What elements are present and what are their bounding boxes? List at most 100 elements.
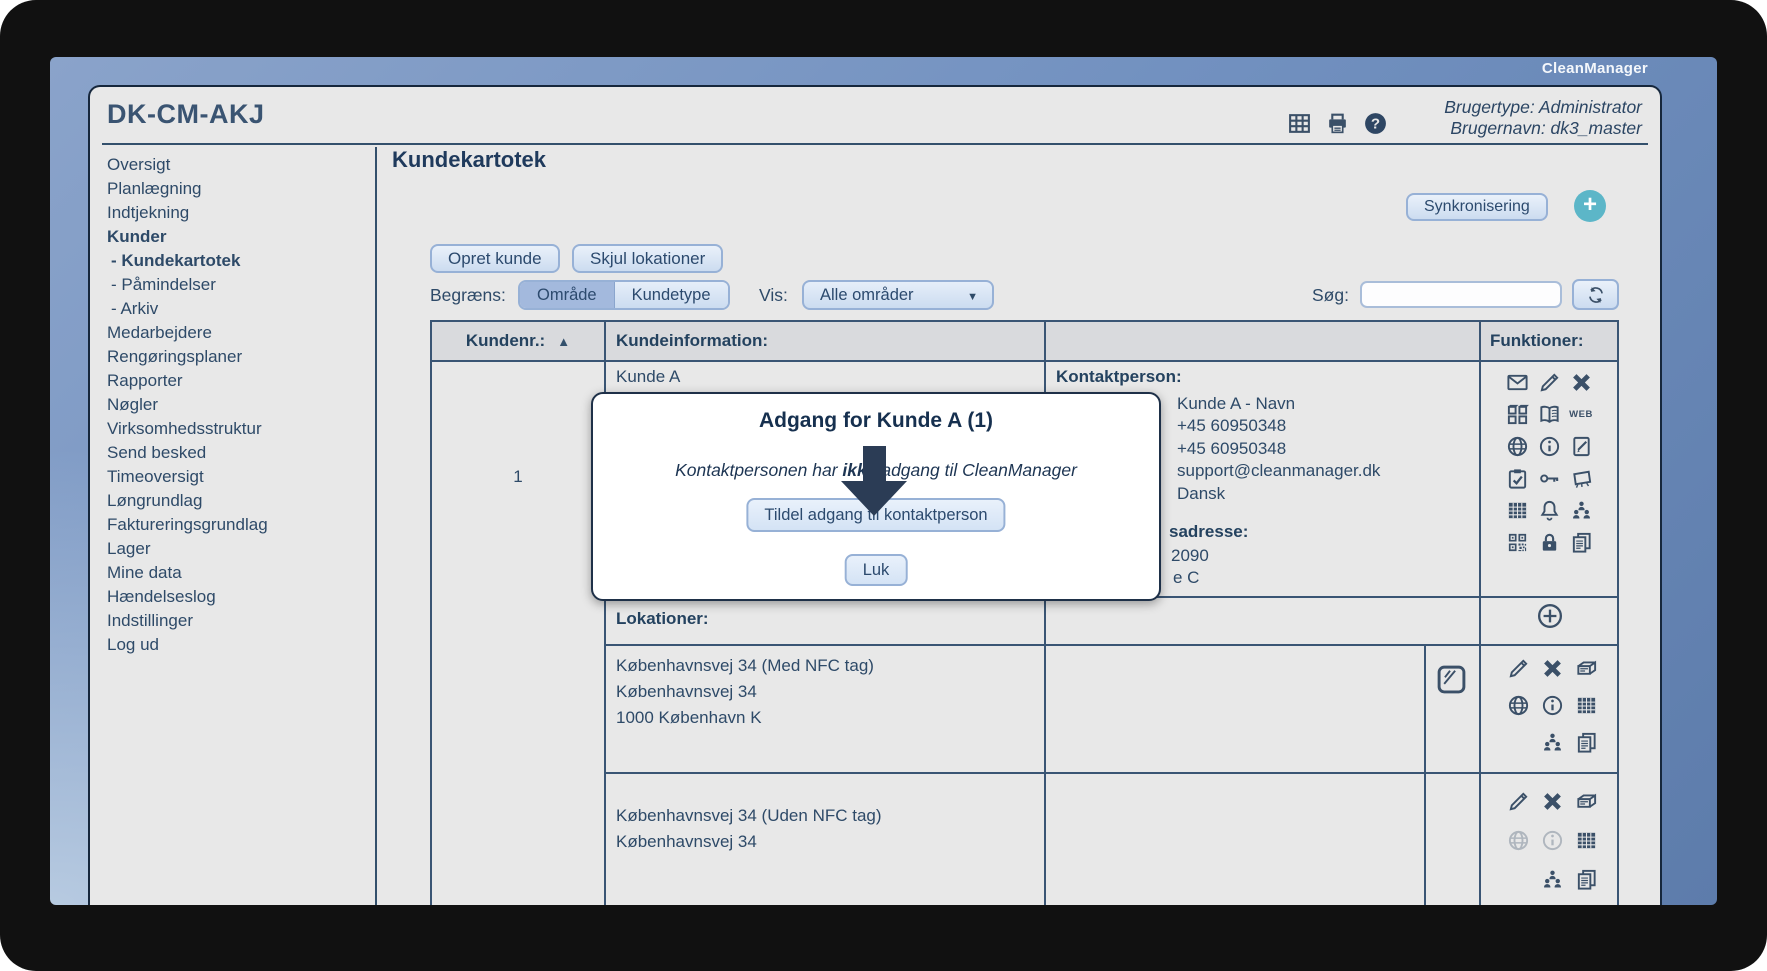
locations-header: Lokationer: — [616, 609, 709, 628]
header-divider — [102, 143, 1648, 145]
contact-heading: Kontaktperson: — [1056, 367, 1182, 386]
people-icon[interactable] — [1541, 868, 1564, 891]
sidebar-item-rengøringsplaner[interactable]: Rengøringsplaner — [107, 345, 362, 369]
search-label: Søg: — [1312, 285, 1349, 305]
marker-icon[interactable] — [1507, 790, 1530, 813]
area-filter-button[interactable]: Område — [520, 282, 615, 308]
sync-button[interactable]: Synkronisering — [1406, 193, 1548, 221]
search-input[interactable] — [1360, 281, 1562, 308]
people-icon[interactable] — [1570, 499, 1593, 522]
billing-address-partial-line: e C — [1173, 568, 1200, 587]
billing-address-heading-partial: sadresse: — [1169, 522, 1249, 541]
marker-icon[interactable] — [1538, 371, 1561, 394]
globe-icon[interactable] — [1506, 435, 1529, 458]
note-icon[interactable] — [1570, 435, 1593, 458]
cubes-icon[interactable] — [1506, 403, 1529, 426]
hide-locations-button[interactable]: Skjul lokationer — [572, 244, 724, 273]
brand-text: CleanManager — [1541, 60, 1648, 77]
screen-frame: CleanManager DK-CM-AKJ ? Brugertype: Adm… — [0, 0, 1767, 971]
table-view-icon[interactable] — [1287, 111, 1312, 136]
mail-icon[interactable] — [1506, 371, 1529, 394]
print-icon[interactable] — [1325, 111, 1350, 136]
location-address-line: Københavnsvej 34 — [616, 832, 757, 851]
qr-icon[interactable] — [1506, 531, 1529, 554]
row-divider — [604, 644, 1617, 646]
customer-name: Kunde A — [616, 367, 681, 386]
sidebar-item-send-besked[interactable]: Send besked — [107, 441, 362, 465]
copy-icon[interactable] — [1570, 531, 1593, 554]
sidebar-item-indstillinger[interactable]: Indstillinger — [107, 609, 362, 633]
contact-value: +45 60950348 — [1177, 416, 1287, 436]
box-icon[interactable] — [1575, 657, 1598, 680]
marker-icon[interactable] — [1507, 657, 1530, 680]
board-icon[interactable] — [1570, 467, 1593, 490]
refresh-icon — [1586, 285, 1606, 305]
sidebar-item-log-ud[interactable]: Log ud — [107, 633, 362, 657]
access-dialog: Adgang for Kunde A (1) Kontaktpersonen h… — [591, 392, 1161, 601]
people-icon[interactable] — [1541, 731, 1564, 754]
location-address: Københavnsvej 34 (Med NFC tag) Københavns… — [616, 653, 874, 731]
delete-icon[interactable] — [1541, 657, 1564, 680]
customer-type-filter-button[interactable]: Kundetype — [614, 282, 728, 308]
location-address-line: Københavnsvej 34 — [616, 682, 757, 701]
box-icon[interactable] — [1575, 790, 1598, 813]
user-info: Brugertype: Administrator Brugernavn: dk… — [1444, 97, 1642, 139]
info-icon[interactable] — [1541, 829, 1564, 852]
refresh-button[interactable] — [1572, 279, 1619, 310]
number-header-label: Kundenr.: — [465, 331, 546, 350]
column-header-number[interactable]: Kundenr.: — [432, 322, 604, 360]
lock-icon[interactable] — [1538, 531, 1561, 554]
create-customer-button[interactable]: Opret kunde — [430, 244, 560, 273]
sidebar-item-arkiv[interactable]: - Arkiv — [107, 297, 362, 321]
sidebar-item-indtjekning[interactable]: Indtjekning — [107, 201, 362, 225]
sidebar-item-kundekartotek[interactable]: - Kundekartotek — [107, 249, 362, 273]
sidebar-item-planlægning[interactable]: Planlægning — [107, 177, 362, 201]
sidebar-item-lager[interactable]: Lager — [107, 537, 362, 561]
web-icon[interactable]: WEB — [1569, 409, 1593, 420]
info-icon[interactable] — [1538, 435, 1561, 458]
location-address: Københavnsvej 34 (Uden NFC tag) København… — [616, 803, 882, 855]
info-icon[interactable] — [1541, 694, 1564, 717]
area-dropdown[interactable]: Alle områder — [802, 280, 994, 310]
sidebar-item-medarbejdere[interactable]: Medarbejdere — [107, 321, 362, 345]
area-dropdown-value: Alle områder — [820, 285, 914, 304]
close-dialog-button[interactable]: Luk — [844, 554, 908, 586]
copy-icon[interactable] — [1575, 868, 1598, 891]
column-header-functions: Funktioner: — [1490, 331, 1584, 350]
add-button[interactable] — [1574, 190, 1606, 222]
contact-values: Kunde A - Navn +45 60950348 +45 60950348 su… — [1177, 393, 1380, 505]
user-name-label: Brugernavn: dk3_master — [1450, 118, 1642, 138]
message-text: adgang til CleanManager — [876, 460, 1077, 480]
delete-icon[interactable] — [1541, 790, 1564, 813]
copy-icon[interactable] — [1575, 731, 1598, 754]
sidebar-item-løngrundlag[interactable]: Løngrundlag — [107, 489, 362, 513]
sidebar-item-faktureringsgrundlag[interactable]: Faktureringsgrundlag — [107, 513, 362, 537]
sidebar-item-oversigt[interactable]: Oversigt — [107, 153, 362, 177]
book-icon[interactable] — [1538, 403, 1561, 426]
bell-icon[interactable] — [1538, 499, 1561, 522]
help-icon[interactable]: ? — [1363, 111, 1388, 136]
globe-icon[interactable] — [1507, 829, 1530, 852]
sidebar-item-påmindelser[interactable]: - Påmindelser — [107, 273, 362, 297]
sidebar-item-nøgler[interactable]: Nøgler — [107, 393, 362, 417]
sidebar-item-virksomhedsstruktur[interactable]: Virksomhedsstruktur — [107, 417, 362, 441]
svg-text:?: ? — [1371, 116, 1380, 133]
grid-icon[interactable] — [1575, 829, 1598, 852]
clipboard-icon[interactable] — [1506, 467, 1529, 490]
key-icon[interactable] — [1538, 467, 1561, 490]
window-title: DK-CM-AKJ — [107, 99, 265, 129]
sidebar-item-rapporter[interactable]: Rapporter — [107, 369, 362, 393]
globe-icon[interactable] — [1507, 694, 1530, 717]
nfc-tag-icon[interactable] — [1434, 662, 1469, 702]
sidebar-item-hændelseslog[interactable]: Hændelseslog — [107, 585, 362, 609]
sort-asc-icon — [557, 331, 570, 351]
chevron-down-icon — [967, 286, 978, 305]
sidebar-item-kunder[interactable]: Kunder — [107, 225, 362, 249]
sidebar-item-timeoversigt[interactable]: Timeoversigt — [107, 465, 362, 489]
location-address-line: Københavnsvej 34 (Uden NFC tag) — [616, 806, 882, 825]
add-location-icon[interactable] — [1479, 602, 1621, 630]
delete-icon[interactable] — [1570, 371, 1593, 394]
grid-icon[interactable] — [1575, 694, 1598, 717]
grid-icon[interactable] — [1506, 499, 1529, 522]
sidebar-item-mine-data[interactable]: Mine data — [107, 561, 362, 585]
